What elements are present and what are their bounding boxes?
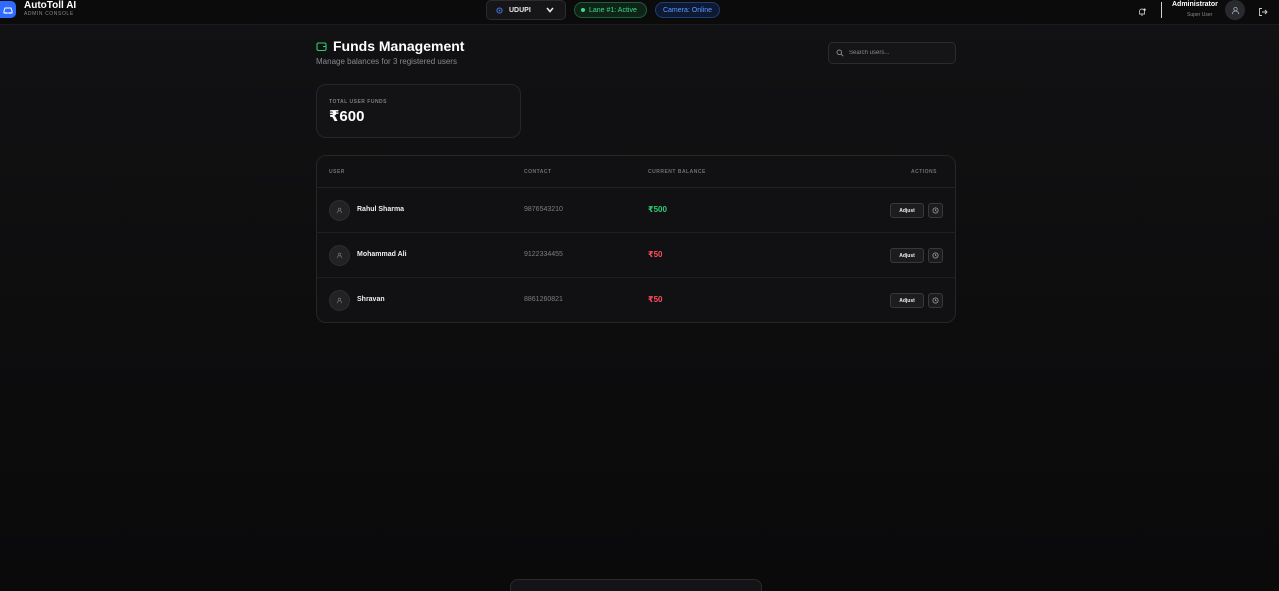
balance-cell: ₹50 (648, 250, 663, 259)
location-select[interactable]: UDUPI (486, 0, 566, 20)
top-bar: AutoToll AI ADMIN CONSOLE UDUPI Lane #1:… (0, 0, 1279, 25)
logout-icon (1259, 8, 1268, 16)
user-icon (336, 252, 343, 259)
user-icon (1231, 6, 1239, 14)
balance-cell: ₹50 (648, 295, 663, 304)
car-icon (3, 7, 13, 14)
status-dot (581, 8, 585, 12)
contact-cell: 9122334455 (524, 251, 563, 258)
contact-cell: 9876543210 (524, 206, 563, 213)
search-box[interactable] (828, 42, 956, 64)
header-divider (1161, 2, 1162, 18)
logout-button[interactable] (1258, 4, 1268, 22)
bell-icon (1139, 8, 1146, 16)
camera-status-text: Camera: Online (662, 6, 713, 14)
user-name-cell: Shravan (357, 296, 385, 303)
search-input[interactable] (849, 50, 949, 56)
history-button[interactable] (928, 293, 943, 308)
avatar (329, 290, 350, 311)
adjust-button[interactable]: Adjust (890, 248, 924, 263)
wallet-icon (316, 42, 327, 52)
user-name: Administrator (1172, 1, 1218, 8)
user-icon (336, 207, 343, 214)
history-icon (932, 297, 939, 304)
adjust-button[interactable]: Adjust (890, 293, 924, 308)
search-icon (836, 49, 844, 57)
user-role: Super User (1187, 12, 1213, 18)
lane-status-text: Lane #1: Active (589, 6, 637, 14)
total-funds-label: TOTAL USER FUNDS (329, 99, 388, 105)
history-button[interactable] (928, 248, 943, 263)
history-icon (932, 252, 939, 259)
avatar[interactable] (1225, 0, 1245, 20)
avatar (329, 200, 350, 221)
column-balance: CURRENT BALANCE (648, 169, 706, 175)
bottom-panel-edge (510, 579, 762, 591)
table-row: Mohammad Ali 9122334455 ₹50 Adjust (317, 233, 955, 278)
contact-cell: 8861260821 (524, 296, 563, 303)
total-funds-card: TOTAL USER FUNDS ₹600 (316, 84, 521, 138)
user-icon (336, 297, 343, 304)
lane-status-badge: Lane #1: Active (574, 2, 647, 18)
chevron-down-icon (546, 7, 554, 13)
avatar (329, 245, 350, 266)
balance-cell: ₹500 (648, 205, 667, 214)
table-header: USER CONTACT CURRENT BALANCE ACTIONS (317, 156, 955, 188)
user-name-cell: Rahul Sharma (357, 206, 405, 213)
user-name-cell: Mohammad Ali (357, 251, 407, 258)
brand-title: AutoToll AI (24, 0, 77, 11)
page-subtitle: Manage balances for 3 registered users (316, 57, 457, 66)
brand-subtitle: ADMIN CONSOLE (24, 11, 74, 17)
notifications-button[interactable] (1137, 4, 1147, 22)
camera-status-badge: Camera: Online (655, 2, 720, 18)
location-value: UDUPI (509, 6, 531, 14)
column-user: USER (329, 169, 345, 175)
total-funds-value: ₹600 (329, 108, 365, 125)
page-title: Funds Management (333, 38, 465, 54)
adjust-button[interactable]: Adjust (890, 203, 924, 218)
table-row: Rahul Sharma 9876543210 ₹500 Adjust (317, 188, 955, 233)
history-icon (932, 207, 939, 214)
users-table: USER CONTACT CURRENT BALANCE ACTIONS Rah… (316, 155, 956, 323)
column-contact: CONTACT (524, 169, 552, 175)
column-actions: ACTIONS (911, 169, 937, 175)
location-icon (496, 6, 503, 14)
history-button[interactable] (928, 203, 943, 218)
table-row: Shravan 8861260821 ₹50 Adjust (317, 278, 955, 322)
app-logo[interactable] (0, 1, 16, 18)
